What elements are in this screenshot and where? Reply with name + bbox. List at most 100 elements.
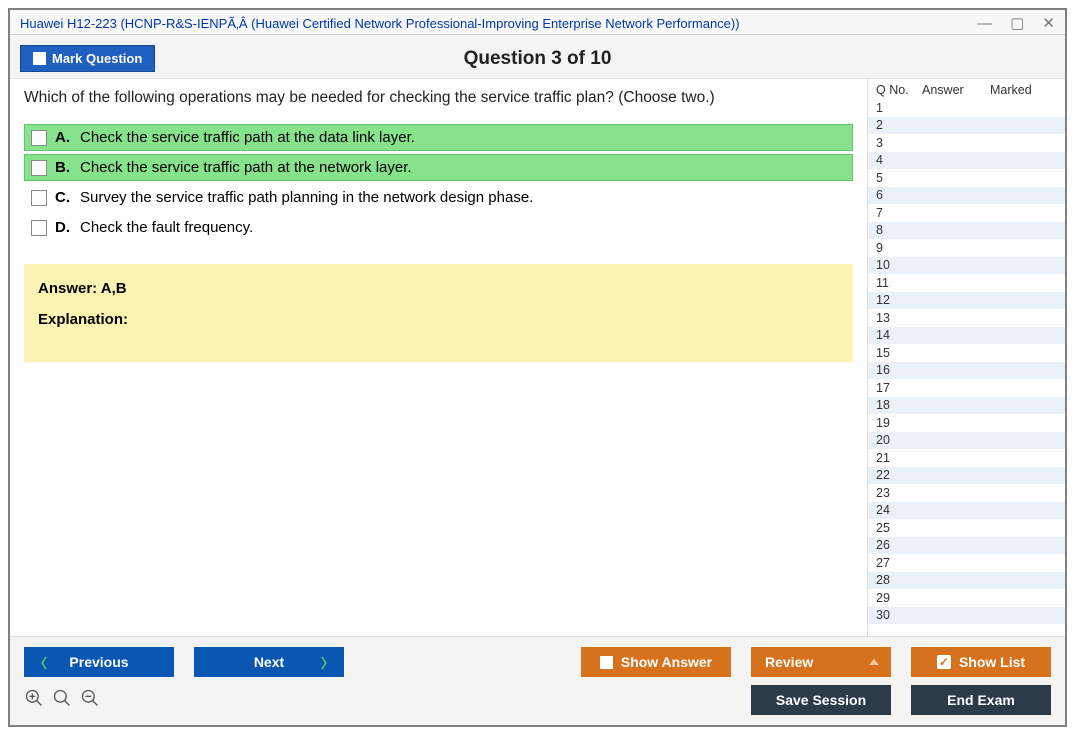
qno-cell: 19	[876, 416, 918, 430]
body: Which of the following operations may be…	[10, 79, 1065, 636]
next-button[interactable]: Next 〉	[194, 647, 344, 677]
zoom-reset-icon[interactable]	[52, 688, 72, 712]
question-list-row[interactable]: 25	[868, 519, 1065, 537]
qno-cell: 23	[876, 486, 918, 500]
question-list-row[interactable]: 8	[868, 222, 1065, 240]
review-label: Review	[765, 654, 813, 670]
qno-cell: 7	[876, 206, 918, 220]
zoom-in-icon[interactable]	[24, 688, 44, 712]
question-list-row[interactable]: 22	[868, 467, 1065, 485]
choice-letter: D.	[55, 219, 70, 236]
question-list-row[interactable]: 11	[868, 274, 1065, 292]
qno-cell: 6	[876, 188, 918, 202]
question-counter: Question 3 of 10	[10, 48, 1065, 70]
choice-A[interactable]: A. Check the service traffic path at the…	[24, 124, 853, 151]
question-list-body[interactable]: 1234567891011121314151617181920212223242…	[868, 99, 1065, 636]
end-exam-button[interactable]: End Exam	[911, 685, 1051, 715]
review-button[interactable]: Review	[751, 647, 891, 677]
choice-C[interactable]: C. Survey the service traffic path plann…	[24, 184, 853, 211]
question-list-row[interactable]: 6	[868, 187, 1065, 205]
question-list-row[interactable]: 2	[868, 117, 1065, 135]
question-list-row[interactable]: 27	[868, 554, 1065, 572]
save-session-label: Save Session	[776, 692, 866, 708]
question-list-row[interactable]: 5	[868, 169, 1065, 187]
minimize-icon[interactable]: —	[977, 15, 992, 32]
show-list-label: Show List	[959, 654, 1025, 670]
question-list-row[interactable]: 30	[868, 607, 1065, 625]
choice-checkbox[interactable]	[31, 130, 47, 146]
header-marked: Marked	[990, 83, 1059, 97]
choice-checkbox[interactable]	[31, 190, 47, 206]
choice-letter: C.	[55, 189, 70, 206]
qno-cell: 21	[876, 451, 918, 465]
zoom-out-icon[interactable]	[80, 688, 100, 712]
mark-question-label: Mark Question	[52, 51, 142, 66]
show-list-button[interactable]: ✓ Show List	[911, 647, 1051, 677]
triangle-up-icon	[869, 659, 879, 665]
question-list-row[interactable]: 28	[868, 572, 1065, 590]
question-list-row[interactable]: 20	[868, 432, 1065, 450]
choice-D[interactable]: D. Check the fault frequency.	[24, 214, 853, 241]
question-list-row[interactable]: 10	[868, 257, 1065, 275]
app-window: Huawei H12-223 (HCNP-R&S-IENPÃ‚Â (Huawei…	[8, 8, 1067, 727]
mark-question-button[interactable]: Mark Question	[20, 45, 155, 72]
question-list-row[interactable]: 9	[868, 239, 1065, 257]
close-icon[interactable]: ✕	[1042, 14, 1055, 32]
question-list-row[interactable]: 14	[868, 327, 1065, 345]
chevron-left-icon: 〈	[34, 653, 47, 672]
qno-cell: 5	[876, 171, 918, 185]
save-session-button[interactable]: Save Session	[751, 685, 891, 715]
footer-row-2: Save Session End Exam	[24, 685, 1051, 715]
header-answer: Answer	[922, 83, 986, 97]
choice-text: Check the service traffic path at the ne…	[80, 159, 412, 176]
question-list-row[interactable]: 15	[868, 344, 1065, 362]
chevron-right-icon: 〉	[321, 653, 334, 672]
qno-cell: 15	[876, 346, 918, 360]
qno-cell: 22	[876, 468, 918, 482]
question-list-row[interactable]: 16	[868, 362, 1065, 380]
maximize-icon[interactable]: ▢	[1010, 14, 1024, 32]
question-list-row[interactable]: 12	[868, 292, 1065, 310]
choice-checkbox[interactable]	[31, 160, 47, 176]
qno-cell: 30	[876, 608, 918, 622]
show-answer-button[interactable]: Show Answer	[581, 647, 731, 677]
question-text: Which of the following operations may be…	[24, 89, 853, 107]
qno-cell: 14	[876, 328, 918, 342]
qno-cell: 16	[876, 363, 918, 377]
window-title: Huawei H12-223 (HCNP-R&S-IENPÃ‚Â (Huawei…	[20, 16, 740, 31]
check-icon: ✓	[937, 655, 951, 669]
choice-B[interactable]: B. Check the service traffic path at the…	[24, 154, 853, 181]
titlebar: Huawei H12-223 (HCNP-R&S-IENPÃ‚Â (Huawei…	[10, 10, 1065, 35]
choice-checkbox[interactable]	[31, 220, 47, 236]
question-list-row[interactable]: 18	[868, 397, 1065, 415]
question-list-row[interactable]: 17	[868, 379, 1065, 397]
previous-button[interactable]: 〈 Previous	[24, 647, 174, 677]
qno-cell: 9	[876, 241, 918, 255]
question-list-row[interactable]: 3	[868, 134, 1065, 152]
question-list-row[interactable]: 4	[868, 152, 1065, 170]
question-list-row[interactable]: 1	[868, 99, 1065, 117]
question-list-row[interactable]: 7	[868, 204, 1065, 222]
square-icon	[600, 656, 613, 669]
question-list-row[interactable]: 23	[868, 484, 1065, 502]
choices-list: A. Check the service traffic path at the…	[24, 121, 853, 244]
qno-cell: 26	[876, 538, 918, 552]
qno-cell: 25	[876, 521, 918, 535]
choice-text: Check the fault frequency.	[80, 219, 253, 236]
zoom-controls	[24, 688, 100, 712]
question-panel: Which of the following operations may be…	[10, 79, 867, 636]
end-exam-label: End Exam	[947, 692, 1015, 708]
question-list-row[interactable]: 26	[868, 537, 1065, 555]
footer-row-1: 〈 Previous Next 〉 Show Answer Review ✓ S…	[24, 647, 1051, 677]
question-list-row[interactable]: 21	[868, 449, 1065, 467]
qno-cell: 28	[876, 573, 918, 587]
question-list-row[interactable]: 13	[868, 309, 1065, 327]
question-list-row[interactable]: 29	[868, 589, 1065, 607]
previous-label: Previous	[69, 654, 128, 670]
mark-checkbox-icon	[33, 52, 46, 65]
qno-cell: 18	[876, 398, 918, 412]
question-list-row[interactable]: 24	[868, 502, 1065, 520]
qno-cell: 1	[876, 101, 918, 115]
question-list-row[interactable]: 19	[868, 414, 1065, 432]
qno-cell: 20	[876, 433, 918, 447]
